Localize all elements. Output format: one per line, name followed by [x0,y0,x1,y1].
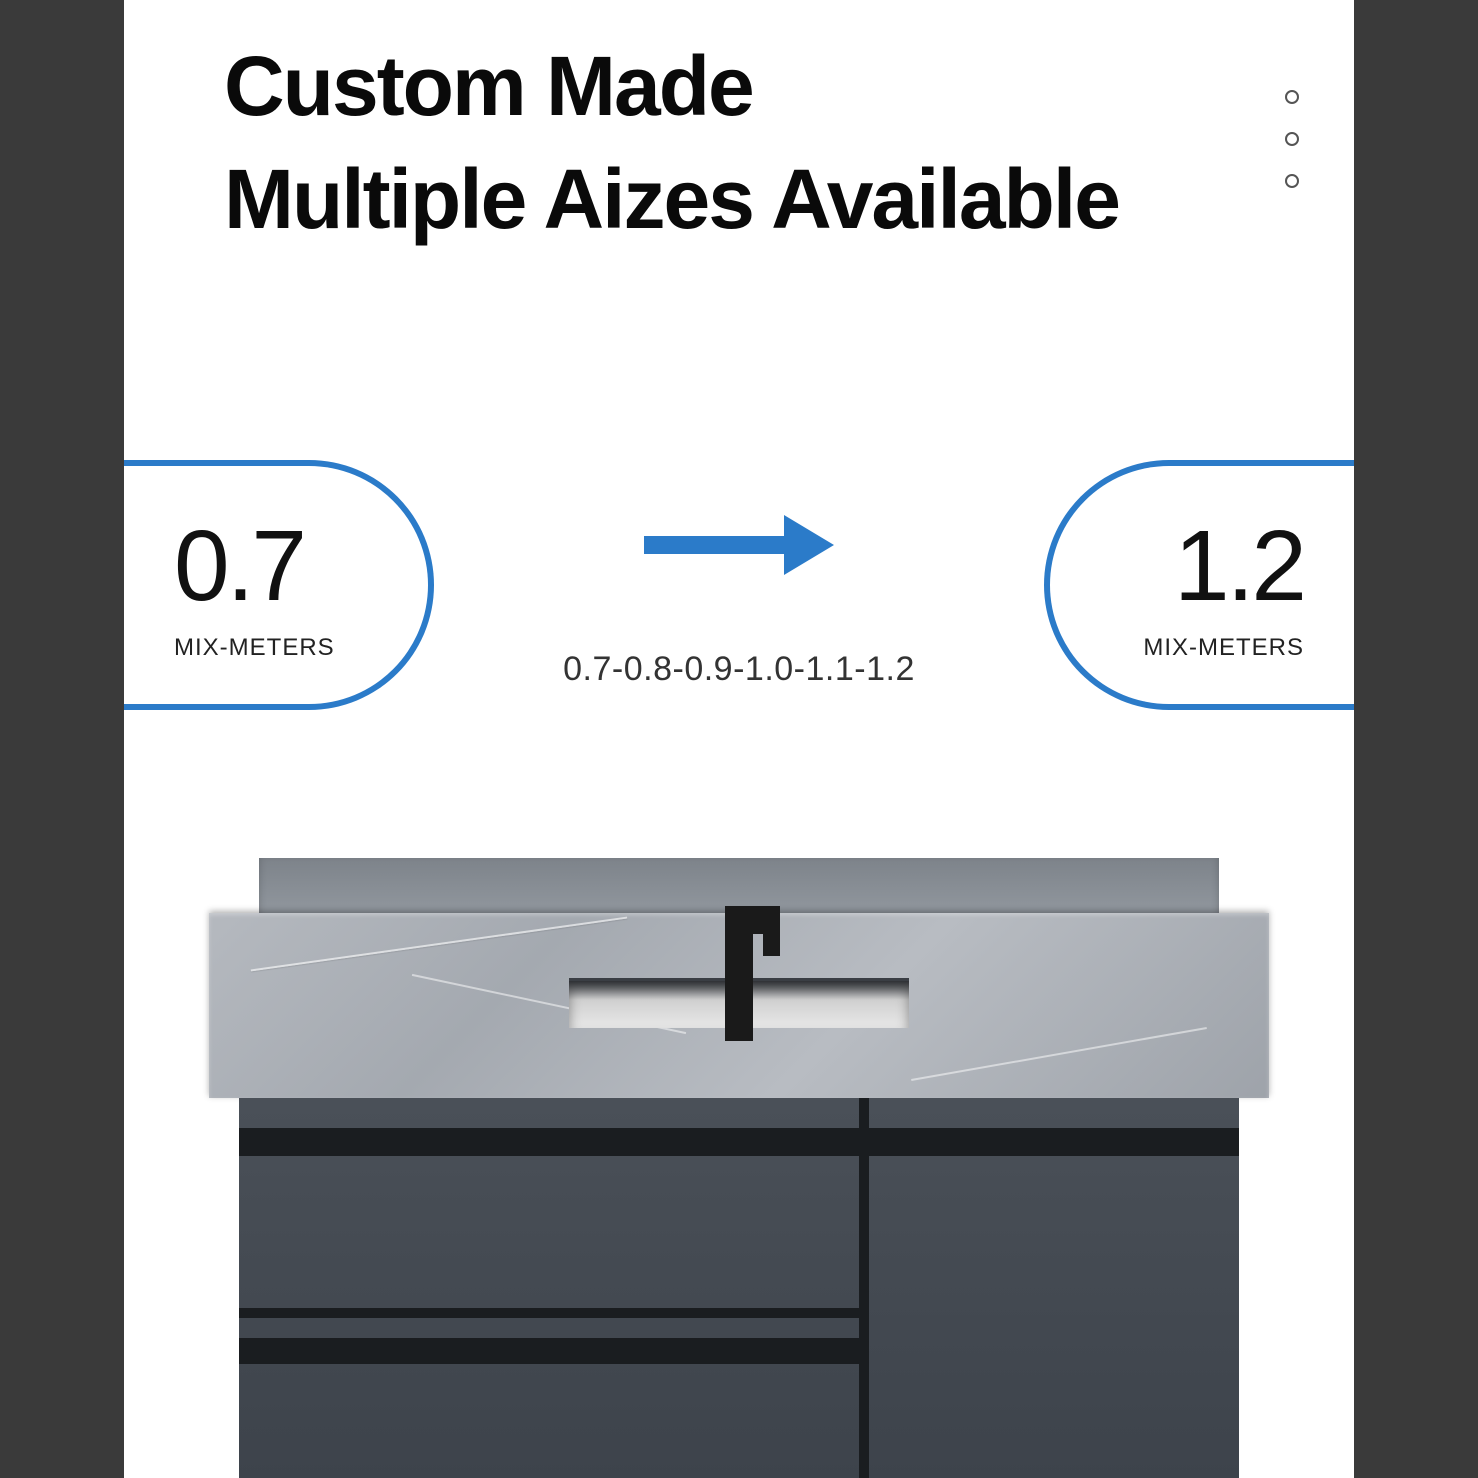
countertop [209,913,1269,1098]
size-range-row: 0.7 MIX-METERS 0.7-0.8-0.9-1.0-1.1-1.2 1… [124,460,1354,720]
product-infographic: Custom Made Multiple Aizes Available 0.7… [124,0,1354,1478]
vanity-illustration [209,858,1269,1478]
faucet-icon [725,906,753,1041]
dot-icon [1285,132,1299,146]
max-size-value: 1.2 [1174,509,1304,624]
headline-line-2: Multiple Aizes Available [224,152,1119,246]
min-size-unit: MIX-METERS [174,634,335,662]
arrow-right-icon [644,510,834,585]
headline-block: Custom Made Multiple Aizes Available [224,30,1254,257]
dot-icon [1285,90,1299,104]
decorative-dots [1285,90,1299,188]
headline-line-1: Custom Made [224,39,753,133]
cabinet-body [239,1098,1239,1478]
marble-vein [911,1027,1207,1081]
marble-vein [251,917,628,972]
dot-icon [1285,174,1299,188]
drawer-handle-groove [239,1338,859,1364]
max-size-unit: MIX-METERS [1143,634,1304,662]
sink-basin [569,978,909,1028]
max-size-pill: 1.2 MIX-METERS [1044,460,1354,710]
cabinet-divider [859,1098,869,1478]
min-size-pill: 0.7 MIX-METERS [124,460,434,710]
min-size-value: 0.7 [174,509,304,624]
drawer-gap [239,1308,859,1318]
size-range-list: 0.7-0.8-0.9-1.0-1.1-1.2 [563,650,915,689]
handle-groove [239,1128,1239,1156]
